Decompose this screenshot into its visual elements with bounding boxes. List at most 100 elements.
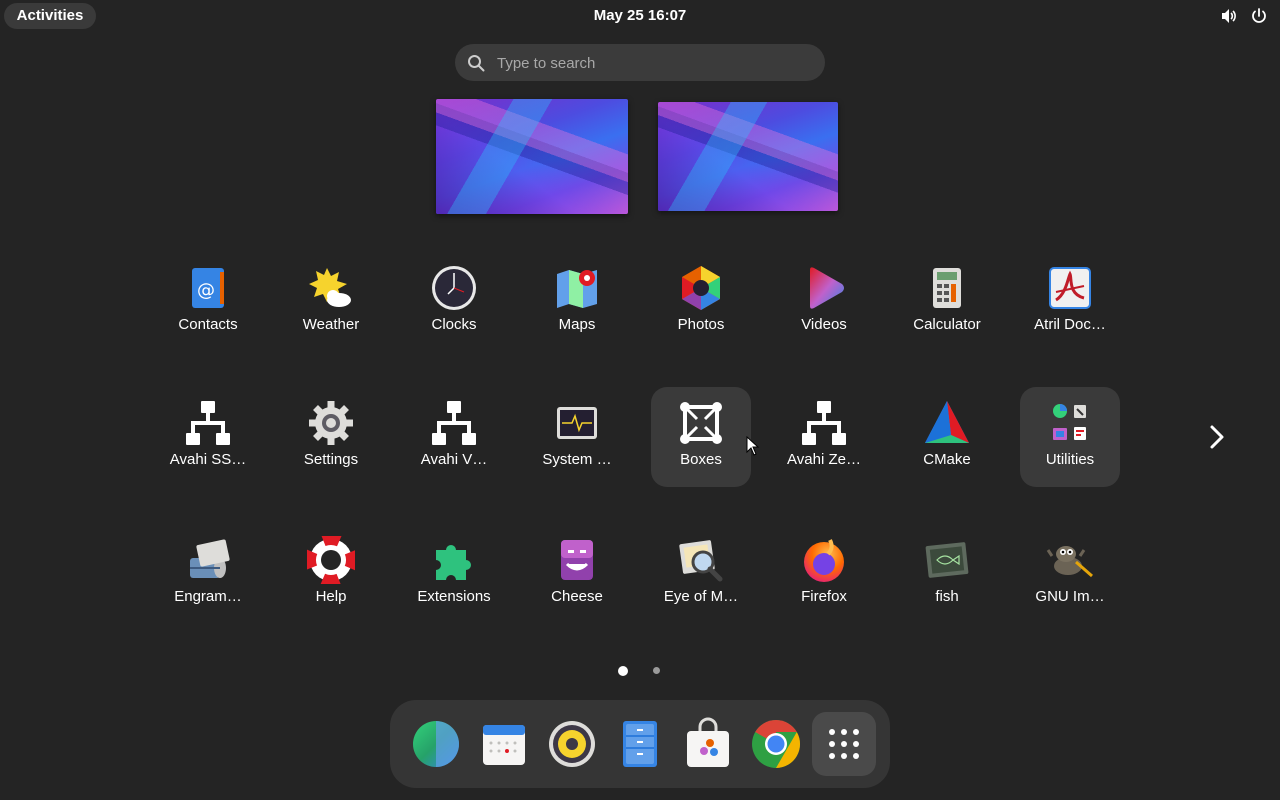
system-monitor-icon <box>553 399 601 447</box>
app-label: Clocks <box>431 316 477 333</box>
maps-icon <box>553 264 601 312</box>
page-indicator-1[interactable] <box>618 666 628 676</box>
app-label: Firefox <box>801 588 847 605</box>
app-label: Calculator <box>913 316 981 333</box>
app-photos[interactable]: Photos <box>651 252 751 352</box>
app-label: Eye of M… <box>663 588 739 605</box>
app-cmake[interactable]: CMake <box>897 387 997 487</box>
app-weather[interactable]: Weather <box>281 252 381 352</box>
boxes-icon <box>677 399 725 447</box>
document-viewer-icon <box>1046 264 1094 312</box>
cheese-icon <box>553 536 601 584</box>
app-label: Contacts <box>178 316 238 333</box>
workspace-thumbnail-1[interactable] <box>436 99 628 214</box>
chrome-icon <box>752 720 801 768</box>
app-maps[interactable]: Maps <box>527 252 627 352</box>
app-firefox[interactable]: Firefox <box>774 524 874 624</box>
app-label: Engram… <box>174 588 242 605</box>
files-icon <box>623 721 657 767</box>
network-icon <box>800 399 848 447</box>
app-extensions[interactable]: Extensions <box>404 524 504 624</box>
app-label: Boxes <box>680 451 722 468</box>
app-boxes[interactable]: Boxes <box>651 387 751 487</box>
weather-icon <box>307 264 355 312</box>
app-fish[interactable]: fish <box>897 524 997 624</box>
app-label: Settings <box>303 451 359 468</box>
app-label: Atril Doc… <box>1034 316 1106 333</box>
gear-icon <box>307 399 355 447</box>
app-label: Avahi V… <box>420 451 488 468</box>
app-label: CMake <box>923 451 971 468</box>
contacts-icon: @ <box>184 264 232 312</box>
activities-button[interactable]: Activities <box>4 3 96 29</box>
search-icon <box>468 55 485 72</box>
app-gimp[interactable]: GNU Im… <box>1020 524 1120 624</box>
svg-text:@: @ <box>197 280 215 301</box>
app-label: Maps <box>558 316 596 333</box>
chevron-right-icon <box>1210 425 1224 449</box>
volume-icon[interactable] <box>1220 7 1238 25</box>
calculator-icon <box>923 264 971 312</box>
mouse-cursor-icon <box>746 436 760 456</box>
dash-calendar[interactable] <box>477 717 531 771</box>
page-indicator-2[interactable] <box>653 667 660 674</box>
power-icon[interactable] <box>1250 7 1268 25</box>
image-viewer-icon <box>677 536 725 584</box>
music-player-icon <box>549 721 595 767</box>
web-browser-icon <box>413 721 459 767</box>
folder-icon <box>1046 399 1094 447</box>
network-icon <box>430 399 478 447</box>
app-eye-of-mate[interactable]: Eye of M… <box>651 524 751 624</box>
workspace-thumbnail-2[interactable] <box>658 102 838 211</box>
app-label: Extensions <box>417 588 491 605</box>
puzzle-icon <box>430 536 478 584</box>
app-label: Videos <box>801 316 847 333</box>
app-label: Avahi Ze… <box>787 451 861 468</box>
top-bar: Activities May 25 16:07 <box>0 0 1280 32</box>
dash-files[interactable] <box>613 717 667 771</box>
app-label: Cheese <box>551 588 603 605</box>
network-icon <box>184 399 232 447</box>
date-time-clock[interactable]: May 25 16:07 <box>540 7 740 24</box>
app-contacts[interactable]: @ Contacts <box>158 252 258 352</box>
dash-google-chrome[interactable] <box>749 717 803 771</box>
app-clocks[interactable]: Clocks <box>404 252 504 352</box>
app-label: fish <box>935 588 959 605</box>
app-system-monitor[interactable]: System … <box>527 387 627 487</box>
app-avahi-vnc[interactable]: Avahi V… <box>404 387 504 487</box>
app-cheese[interactable]: Cheese <box>527 524 627 624</box>
gimp-icon <box>1046 536 1094 584</box>
app-settings[interactable]: Settings <box>281 387 381 487</box>
dash-web[interactable] <box>409 717 463 771</box>
app-label: Help <box>315 588 347 605</box>
app-label: Weather <box>302 316 360 333</box>
app-label: Utilities <box>1045 451 1095 468</box>
app-videos[interactable]: Videos <box>774 252 874 352</box>
app-calculator[interactable]: Calculator <box>897 252 997 352</box>
show-apps-button[interactable] <box>812 712 876 776</box>
dash-software[interactable] <box>681 717 735 771</box>
calendar-icon <box>483 725 525 765</box>
app-label: Avahi SS… <box>169 451 247 468</box>
dash-rhythmbox[interactable] <box>545 717 599 771</box>
app-label: Photos <box>677 316 725 333</box>
folder-utilities[interactable]: Utilities <box>1020 387 1120 487</box>
fish-icon <box>923 536 971 584</box>
next-page-button[interactable] <box>1198 418 1238 458</box>
search-input[interactable] <box>495 44 819 83</box>
photos-icon <box>677 264 725 312</box>
app-grid-icon <box>829 729 859 759</box>
app-engrampa[interactable]: Engram… <box>158 524 258 624</box>
videos-icon <box>800 264 848 312</box>
archive-manager-icon <box>184 536 232 584</box>
app-label: System … <box>542 451 612 468</box>
app-help[interactable]: Help <box>281 524 381 624</box>
app-atril[interactable]: Atril Doc… <box>1020 252 1120 352</box>
software-store-icon <box>687 717 729 767</box>
app-avahi-zeroconf[interactable]: Avahi Ze… <box>774 387 874 487</box>
cmake-icon <box>923 399 971 447</box>
system-tray[interactable] <box>1220 7 1268 25</box>
lifebuoy-icon <box>307 536 355 584</box>
search-entry[interactable] <box>455 44 825 83</box>
app-avahi-ssh[interactable]: Avahi SS… <box>158 387 258 487</box>
